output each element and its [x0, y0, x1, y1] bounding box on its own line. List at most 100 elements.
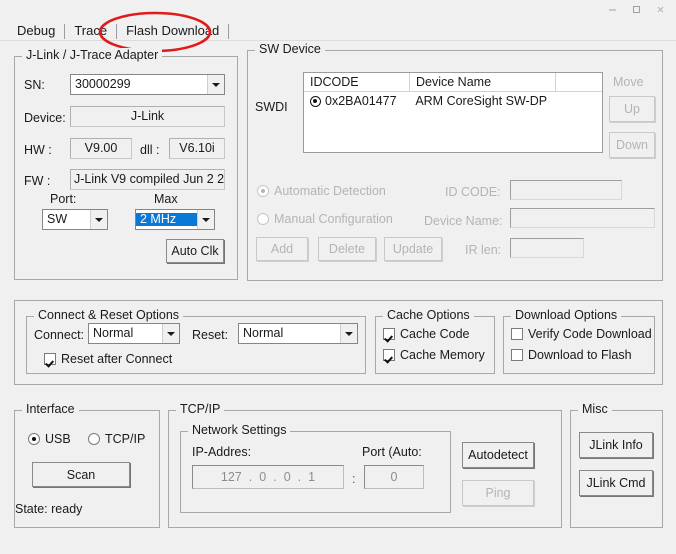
tab-debug[interactable]: Debug	[8, 21, 64, 41]
automatic-detection-label: Automatic Detection	[274, 184, 386, 198]
verify-code-download-checkbox[interactable]: Verify Code Download	[511, 327, 652, 341]
reset-label: Reset:	[192, 328, 228, 342]
connect-label: Connect:	[34, 328, 84, 342]
chevron-down-icon[interactable]	[90, 210, 107, 229]
group-cache-options: Cache Options Cache Code Cache Memory	[375, 316, 495, 374]
autodetect-button[interactable]: Autodetect	[462, 442, 534, 468]
group-title-network-settings: Network Settings	[188, 423, 290, 437]
add-button[interactable]: Add	[256, 237, 308, 261]
checkbox-indicator	[511, 349, 523, 361]
device-name-input[interactable]	[510, 208, 655, 228]
group-connect-reset-options: Connect & Reset Options Connect: Normal …	[26, 316, 366, 374]
port-combo[interactable]: SW	[42, 209, 108, 230]
move-down-button[interactable]: Down	[609, 132, 655, 158]
minimize-icon[interactable]	[600, 1, 624, 18]
id-code-input[interactable]	[510, 180, 622, 200]
port-input[interactable]: 0	[364, 465, 424, 489]
cache-code-checkbox[interactable]: Cache Code	[383, 327, 470, 341]
ping-button[interactable]: Ping	[462, 480, 534, 506]
checkbox-indicator	[44, 353, 56, 365]
close-icon[interactable]	[648, 1, 672, 18]
radio-indicator	[28, 433, 40, 445]
connect-value: Normal	[89, 327, 162, 340]
ip-octet-2: 0	[259, 471, 266, 484]
max-clock-combo[interactable]: 2 MHz	[135, 209, 215, 230]
group-sw-device: SW Device SWDI IDCODE Device Name 0x2BA0…	[247, 50, 663, 281]
col-blank	[556, 73, 602, 91]
scan-button[interactable]: Scan	[32, 462, 130, 487]
tab-separator	[228, 24, 229, 39]
interface-usb-label: USB	[45, 432, 71, 446]
table-row[interactable]: 0x2BA01477 ARM CoreSight SW-DP	[304, 92, 602, 111]
col-idcode: IDCODE	[304, 73, 410, 91]
sw-device-table[interactable]: IDCODE Device Name 0x2BA01477 ARM CoreSi…	[303, 72, 603, 153]
cell-idcode: 0x2BA01477	[325, 94, 397, 109]
tab-underline	[0, 40, 676, 41]
ir-len-input[interactable]	[510, 238, 584, 258]
group-title-cache-options: Cache Options	[383, 308, 474, 322]
group-tcpip: TCP/IP Network Settings IP-Addres: 127 .…	[168, 410, 562, 528]
cache-code-label: Cache Code	[400, 327, 470, 341]
radio-indicator	[257, 185, 269, 197]
reset-after-connect-checkbox[interactable]: Reset after Connect	[44, 352, 172, 366]
ip-octet-4: 1	[308, 471, 315, 484]
move-up-button[interactable]: Up	[609, 96, 655, 122]
chevron-down-icon[interactable]	[207, 75, 224, 94]
ip-address-input[interactable]: 127 . 0 . 0 . 1	[192, 465, 344, 489]
group-title-download-options: Download Options	[511, 308, 621, 322]
jlink-info-button[interactable]: JLink Info	[579, 432, 653, 458]
port-value: SW	[43, 213, 90, 226]
group-misc: Misc JLink Info JLink Cmd	[570, 410, 663, 528]
title-bar	[0, 0, 676, 20]
automatic-detection-radio[interactable]: Automatic Detection	[257, 184, 386, 198]
ip-address-label: IP-Addres:	[192, 445, 251, 459]
checkbox-indicator	[383, 328, 395, 340]
checkbox-indicator	[511, 328, 523, 340]
selected-device-icon	[310, 96, 321, 107]
checkbox-indicator	[383, 349, 395, 361]
verify-code-download-label: Verify Code Download	[528, 327, 652, 341]
group-network-settings: Network Settings IP-Addres: 127 . 0 . 0 …	[180, 431, 451, 513]
cache-memory-label: Cache Memory	[400, 348, 485, 362]
dialog-root: Debug Trace Flash Download J-Link / J-Tr…	[0, 0, 676, 554]
interface-tcpip-radio[interactable]: TCP/IP	[88, 432, 145, 446]
download-to-flash-label: Download to Flash	[528, 348, 632, 362]
window-controls	[600, 1, 672, 18]
chevron-down-icon[interactable]	[340, 324, 357, 343]
group-download-options: Download Options Verify Code Download Do…	[503, 316, 655, 374]
group-title-tcpip: TCP/IP	[176, 402, 224, 416]
sn-label: SN:	[24, 78, 45, 92]
tab-trace[interactable]: Trace	[65, 21, 116, 41]
auto-clk-button[interactable]: Auto Clk	[166, 239, 224, 263]
group-title-misc: Misc	[578, 402, 612, 416]
jlink-cmd-button[interactable]: JLink Cmd	[579, 470, 653, 496]
manual-configuration-radio[interactable]: Manual Configuration	[257, 212, 393, 226]
col-device-name: Device Name	[410, 73, 556, 91]
device-name-label: Device Name:	[424, 214, 503, 228]
tab-strip: Debug Trace Flash Download	[0, 20, 676, 41]
interface-tcpip-label: TCP/IP	[105, 432, 145, 446]
chevron-down-icon[interactable]	[197, 210, 214, 229]
reset-combo[interactable]: Normal	[238, 323, 358, 344]
cache-memory-checkbox[interactable]: Cache Memory	[383, 348, 485, 362]
ip-octet-3: 0	[284, 471, 291, 484]
dll-value: V6.10i	[169, 138, 225, 159]
chevron-down-icon[interactable]	[162, 324, 179, 343]
reset-value: Normal	[239, 327, 340, 340]
interface-usb-radio[interactable]: USB	[28, 432, 71, 446]
download-to-flash-checkbox[interactable]: Download to Flash	[511, 348, 632, 362]
tab-flash-download[interactable]: Flash Download	[117, 21, 228, 41]
id-code-label: ID CODE:	[445, 185, 501, 199]
swdio-label: SWDI	[255, 100, 288, 114]
delete-button[interactable]: Delete	[318, 237, 376, 261]
device-label: Device:	[24, 111, 66, 125]
ir-len-label: IR len:	[465, 243, 501, 257]
update-button[interactable]: Update	[384, 237, 442, 261]
maximize-icon[interactable]	[624, 1, 648, 18]
manual-configuration-label: Manual Configuration	[274, 212, 393, 226]
connect-combo[interactable]: Normal	[88, 323, 180, 344]
sn-combo[interactable]: 30000299	[70, 74, 225, 95]
dll-label: dll :	[140, 143, 159, 157]
ip-dot: .	[291, 471, 308, 484]
ip-dot: .	[242, 471, 259, 484]
